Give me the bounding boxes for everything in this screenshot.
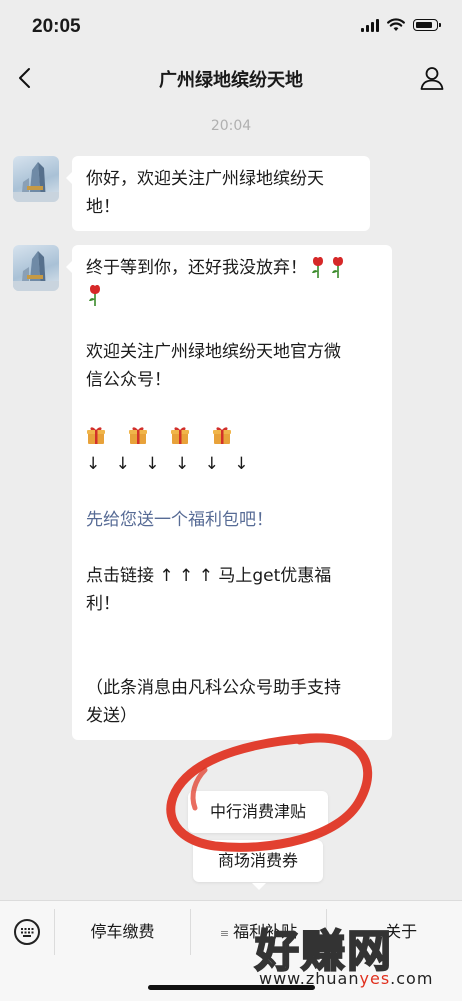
message-text: 点击链接 ↑ ↑ ↑ 马上get优惠福 [86, 566, 332, 586]
gift-emoji-icon [129, 427, 147, 444]
menu-item-parking[interactable]: 停车缴费 [55, 901, 190, 963]
cellular-signal-icon [361, 18, 379, 32]
message-text: 欢迎关注广州绿地缤纷天地官方微 [86, 342, 341, 362]
message-bubble[interactable]: 你好，欢迎关注广州绿地缤纷天 地！ [66, 156, 370, 231]
nav-bar: 广州绿地缤纷天地 [0, 54, 462, 102]
welfare-link[interactable]: 先给您送一个福利包吧！ [86, 506, 380, 534]
message-line: 终于等到你，还好我没放弃！ [86, 254, 380, 282]
home-indicator [148, 985, 315, 990]
gift-emoji-icon [213, 427, 231, 444]
account-avatar[interactable] [13, 156, 59, 202]
message-line [86, 282, 380, 310]
message-bubble[interactable]: 终于等到你，还好我没放弃！ 欢迎关注广州绿地缤纷天地官方微 信公众号！ ↓ ↓ … [66, 245, 392, 740]
rose-emoji-icon [89, 285, 100, 306]
message-text: 终于等到你，还好我没放弃！ [86, 258, 307, 278]
message-text: 信公众号！ [86, 370, 171, 390]
submenu-arrow [252, 883, 266, 890]
chat-timestamp: 20:04 [210, 118, 252, 134]
gift-emoji-icon [171, 427, 189, 444]
status-time: 20:05 [32, 16, 81, 37]
status-bar: 20:05 [0, 0, 462, 54]
message-text: ↓ ↓ ↓ ↓ ↓ ↓ [86, 454, 251, 474]
submenu-indicator-icon: ≡ [219, 927, 230, 940]
profile-icon[interactable] [418, 64, 446, 92]
keyboard-toggle-icon[interactable] [14, 919, 40, 945]
page-title: 广州绿地缤纷天地 [159, 70, 303, 91]
building-icon [13, 251, 59, 291]
message-text: 发送） [86, 706, 137, 726]
message-text: 你好，欢迎关注广州绿地缤纷天 [86, 169, 324, 189]
rose-emoji-icon [312, 257, 323, 278]
building-icon [13, 162, 59, 202]
account-avatar[interactable] [13, 245, 59, 291]
message-text: 地！ [86, 197, 120, 217]
gift-emoji-icon [87, 427, 105, 444]
submenu-item-boc-subsidy[interactable]: 中行消费津贴 [188, 791, 328, 833]
rose-emoji-icon [332, 257, 343, 278]
gift-emoji-row [86, 422, 380, 450]
site-watermark: 好赚网 www.zhuanyes.com [254, 915, 460, 995]
submenu-item-mall-coupon[interactable]: 商场消费券 [193, 840, 323, 882]
message-text: 利！ [86, 594, 120, 614]
message-text: （此条消息由凡科公众号助手支持 [86, 678, 341, 698]
wifi-icon [387, 18, 405, 31]
status-icons [361, 18, 441, 32]
battery-icon [413, 19, 441, 31]
